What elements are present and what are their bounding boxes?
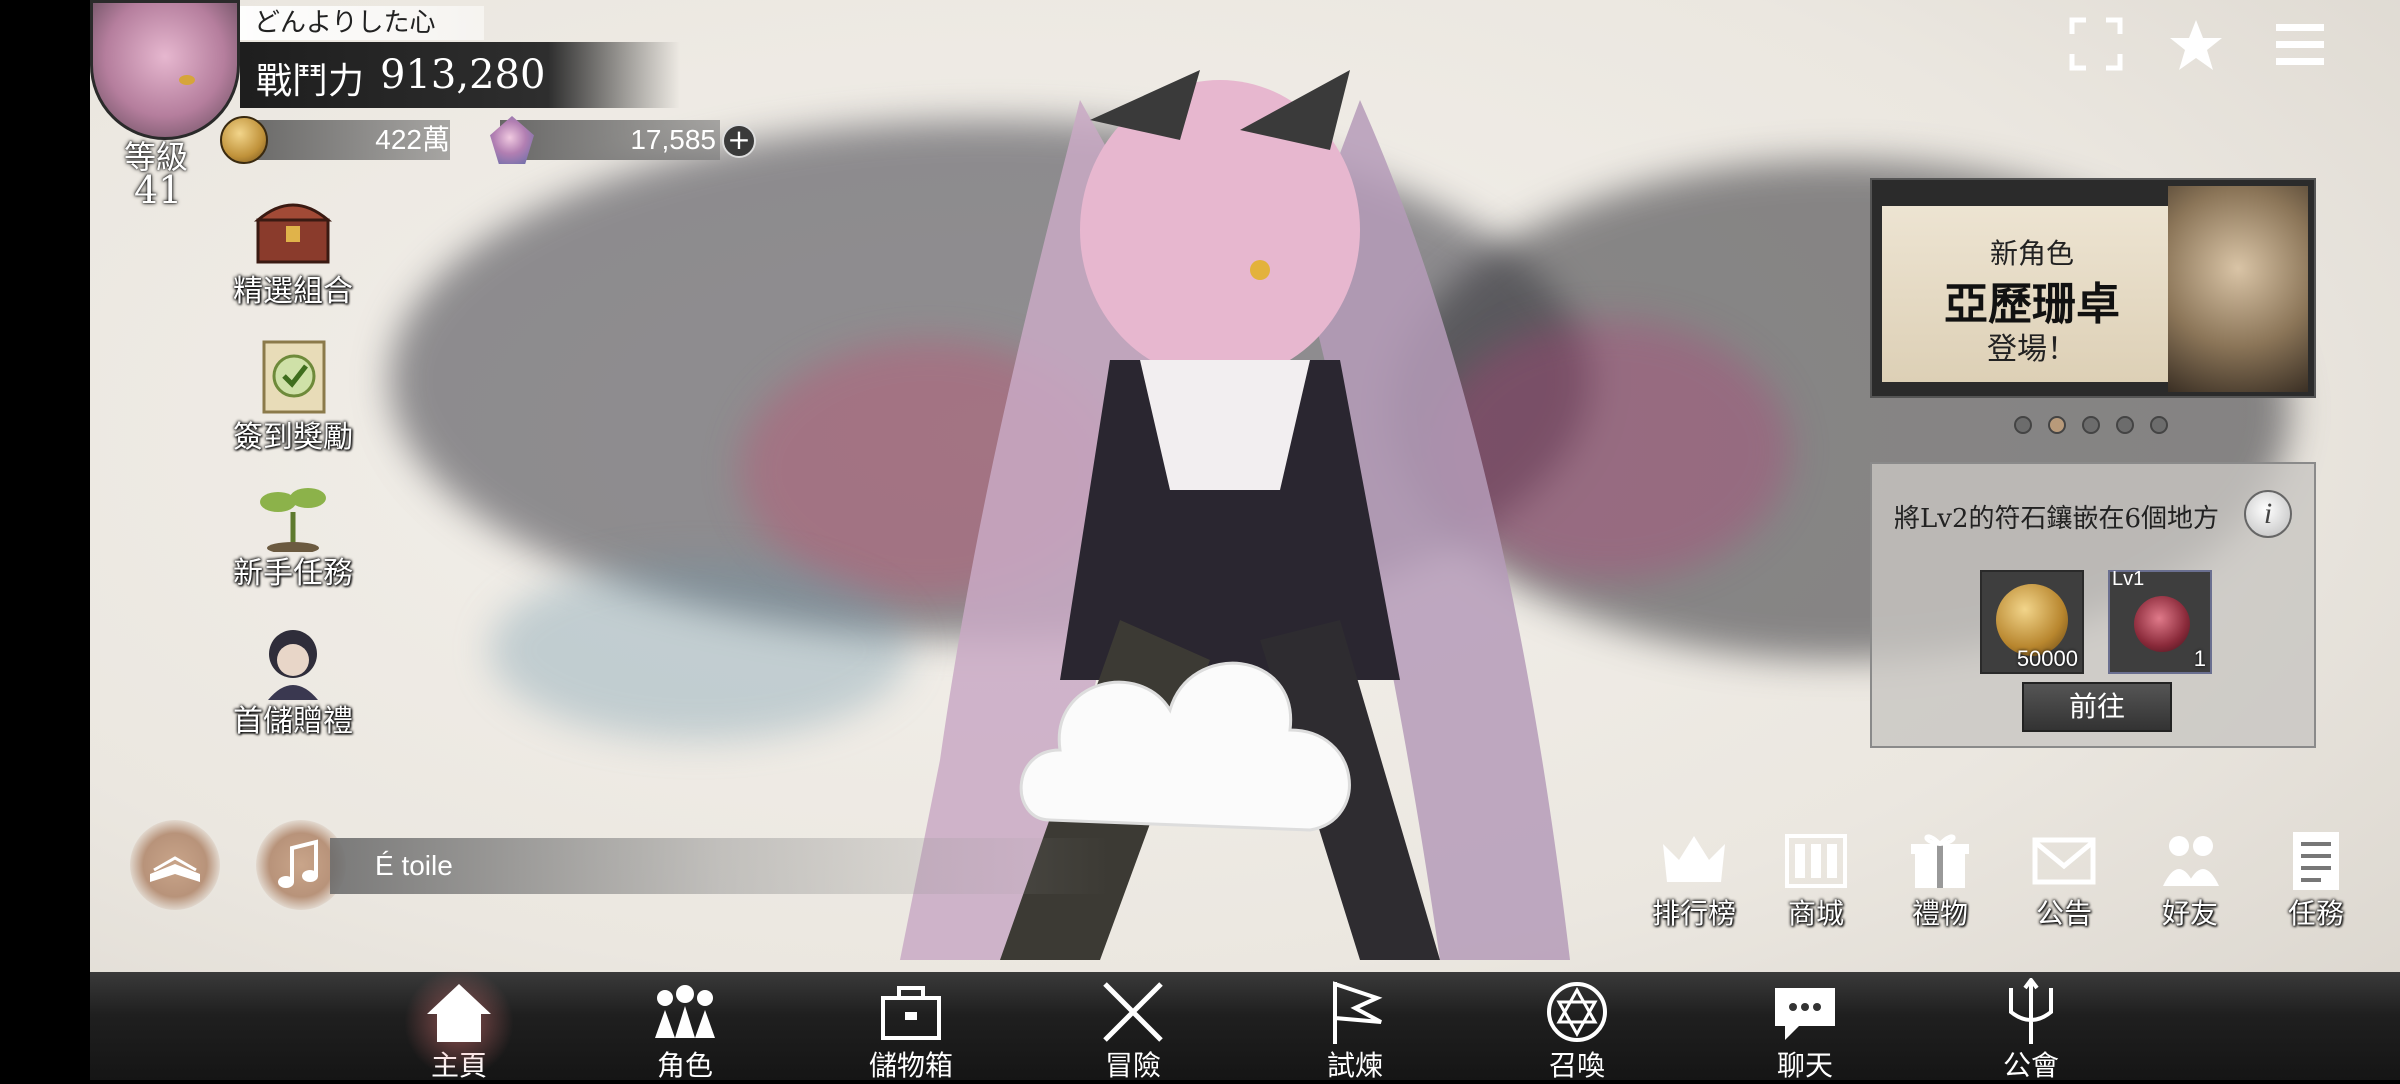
banner-paper: 新角色 亞歷珊卓 登場！ [1882,206,2182,382]
cloud-seat [1019,661,1351,832]
nav-guild[interactable]: 公會 [1966,976,2096,1084]
mail-icon [2014,828,2114,892]
nav-home[interactable]: 主頁 [394,968,524,1084]
book-icon [150,856,200,882]
reward-count: 50000 [2016,646,2078,671]
fullscreen-icon[interactable] [2066,16,2126,76]
chat-icon [1740,978,1870,1048]
nav-label: 召喚 [1548,1049,1605,1082]
util-ranking[interactable]: 排行榜 [1644,828,1744,932]
util-label: 禮物 [1911,897,1968,930]
banner-title: 亞歷珊卓 [1944,279,2120,330]
nav-label: 聊天 [1776,1049,1833,1082]
gold-coin-icon [220,116,268,164]
side-menu-label: 簽到獎勵 [233,420,353,455]
player-name: どんよりした心 [240,6,484,40]
util-friends[interactable]: 好友 [2140,828,2240,932]
side-menu-label: 首儲贈禮 [233,704,353,739]
treasure-chest-icon [250,190,336,270]
go-button[interactable]: 前往 [2022,682,2172,732]
nav-chat[interactable]: 聊天 [1740,978,1870,1084]
add-gems-button[interactable]: + [722,124,756,158]
nav-storage[interactable]: 儲物箱 [846,978,976,1084]
storage-box-icon [846,978,976,1048]
task-list-icon [2266,828,2366,892]
character-portrait-icon [250,620,336,700]
flag-icon [1290,978,1420,1048]
shop-icon [1766,828,1866,892]
util-label: 商城 [1787,897,1844,930]
level-value: 41 [134,168,183,212]
nav-adventure[interactable]: 冒險 [1068,978,1198,1084]
util-announcement[interactable]: 公告 [2014,828,2114,932]
util-label: 排行榜 [1651,897,1736,930]
side-menu-beginner-mission[interactable]: 新手任務 [228,472,358,592]
crossed-swords-icon [1068,978,1198,1048]
checkin-scroll-icon [250,336,336,416]
banner-character-portrait [2168,186,2308,392]
banner-page-dot[interactable] [2082,416,2100,434]
nav-trial[interactable]: 試煉 [1290,978,1420,1084]
banner-page-dot-active[interactable] [2048,416,2066,434]
home-icon [394,978,524,1048]
reward-count: 1 [2193,646,2206,671]
banner-page-dot[interactable] [2014,416,2032,434]
reward-slot-rune[interactable]: Lv1 1 [2108,568,2212,674]
banner-page-dot[interactable] [2150,416,2168,434]
reward-slot-gold[interactable]: 50000 [1980,570,2084,674]
side-menu-featured-bundle[interactable]: 精選組合 [228,190,358,310]
avatar-eye [179,75,195,85]
gold-amount: 422萬 [375,124,450,155]
nav-summon[interactable]: 召喚 [1512,978,1642,1084]
gold-bar: 422萬 [240,120,450,160]
util-shop[interactable]: 商城 [1766,828,1866,932]
ink-teal-splash [490,560,910,740]
gift-icon [1890,828,1990,892]
combat-power-bar: 戰鬥力 913,280 [240,42,680,108]
util-label: 任務 [2287,897,2344,930]
characters-icon [620,978,750,1048]
nav-label: 儲物箱 [868,1049,953,1082]
side-menu-first-purchase-gift[interactable]: 首儲贈禮 [228,620,358,740]
side-menu-label: 新手任務 [233,556,353,591]
mission-panel: 將Lv2的符石鑲嵌在6個地方 i 50000 Lv1 1 前往 [1870,462,2316,748]
side-menu-checkin-reward[interactable]: 簽到獎勵 [228,336,358,456]
info-icon[interactable]: i [2244,490,2292,538]
guild-trident-icon [1966,976,2096,1048]
side-menu-label: 精選組合 [233,274,353,309]
rune-stone-icon [2134,596,2190,652]
banner-subtitle: 新角色 [1989,237,2074,270]
mission-text: 將Lv2的符石鑲嵌在6個地方 [1894,504,2220,534]
nav-label: 角色 [656,1049,713,1082]
music-track-title: É toile [375,850,453,881]
combat-power-value: 913,280 [380,52,546,98]
crown-icon [1644,828,1744,892]
friends-icon [2140,828,2240,892]
story-book-button[interactable] [130,820,220,910]
summon-circle-icon [1512,978,1642,1048]
nav-characters[interactable]: 角色 [620,978,750,1084]
gem-bar: 17,585 [500,120,720,160]
banner-page-dot[interactable] [2116,416,2134,434]
nav-label: 試煉 [1326,1049,1383,1082]
new-character-banner[interactable]: 新角色 亞歷珊卓 登場！ [1870,178,2316,398]
combat-power-label: 戰鬥力 [256,61,365,102]
music-track-bar[interactable]: É toile [330,838,1110,894]
nav-label: 公會 [2002,1049,2059,1082]
util-gift[interactable]: 禮物 [1890,828,1990,932]
util-label: 公告 [2035,897,2092,930]
banner-tail: 登場！ [1987,332,2077,367]
reward-level: Lv1 [2112,568,2145,590]
nav-label: 冒險 [1104,1049,1161,1082]
util-tasks[interactable]: 任務 [2266,828,2366,932]
util-label: 好友 [2161,897,2218,930]
star-icon[interactable] [2166,16,2226,76]
gem-amount: 17,585 [630,124,716,155]
menu-icon[interactable] [2270,16,2330,76]
sprout-icon [250,472,336,554]
